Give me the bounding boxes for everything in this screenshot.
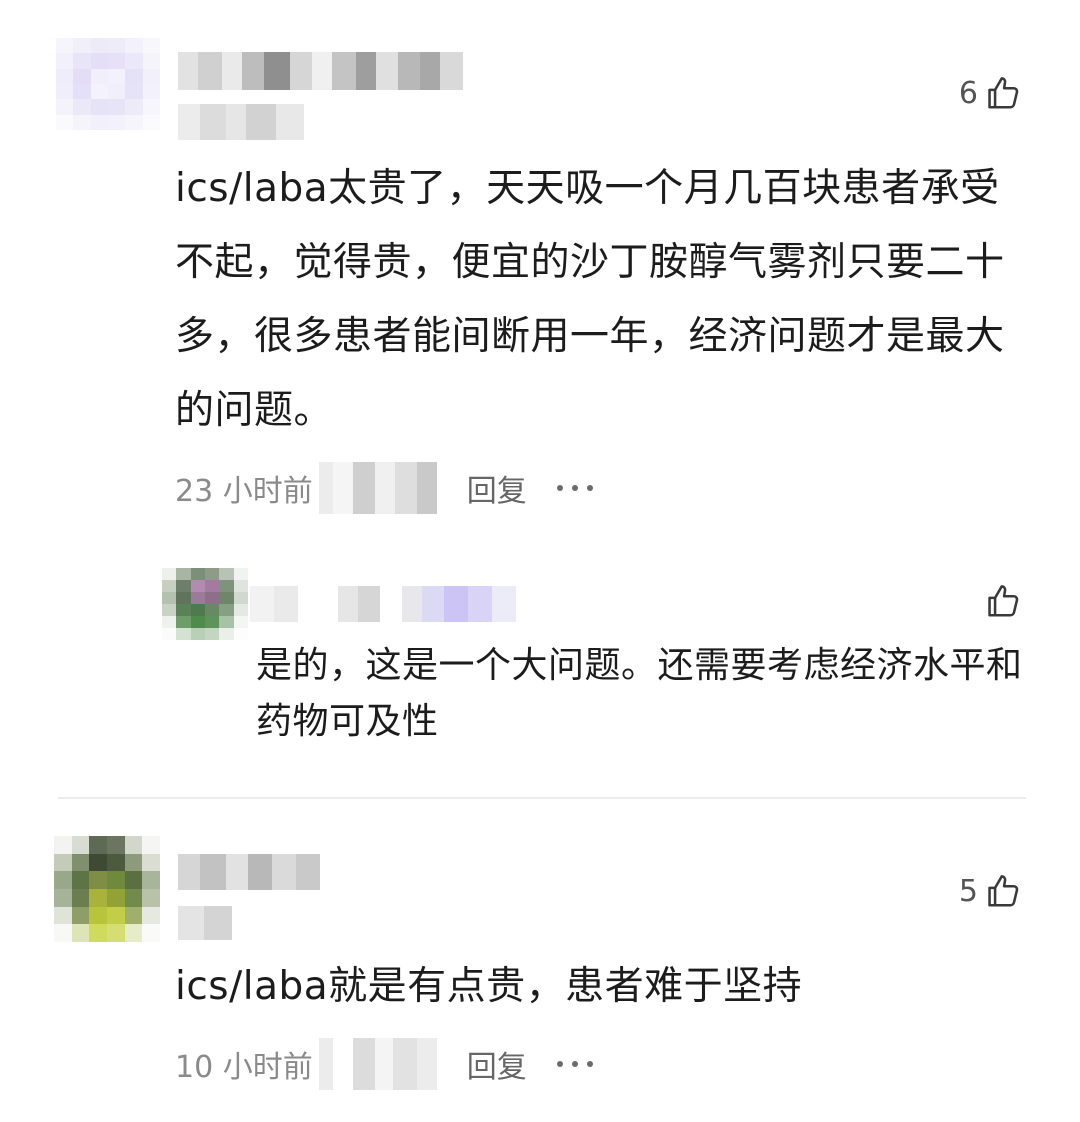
location-blurred — [318, 462, 437, 514]
like-count: 5 — [958, 873, 978, 909]
avatar[interactable] — [56, 38, 160, 130]
reply-button[interactable]: 回复 — [467, 466, 527, 510]
like-button[interactable]: 5 — [959, 872, 1022, 910]
user-tag-blurred — [178, 906, 232, 940]
reply-username-blurred[interactable] — [250, 586, 516, 622]
more-dots-icon[interactable] — [556, 485, 593, 491]
thumbs-up-icon — [984, 872, 1022, 910]
username-blurred[interactable] — [178, 854, 320, 890]
reply-like-button[interactable] — [978, 582, 1022, 620]
username-blurred[interactable] — [178, 52, 463, 90]
thumbs-up-icon — [984, 582, 1022, 620]
user-tag-blurred — [178, 104, 304, 140]
reply-text: 是的，这是一个大问题。还需要考虑经济水平和药物可及性 — [256, 645, 1023, 742]
comment-item: 5 ics/laba就是有点贵，患者难于坚持 10 小时前 回复 — [0, 800, 1080, 1122]
reply-avatar[interactable] — [162, 568, 248, 640]
comment-text: ics/laba就是有点贵，患者难于坚持 — [175, 964, 803, 1009]
thumbs-up-icon — [984, 74, 1022, 112]
avatar[interactable] — [54, 836, 160, 942]
more-dots-icon[interactable] — [556, 1061, 593, 1067]
like-count: 6 — [958, 75, 978, 111]
comment-meta: 23 小时前 回复 — [175, 462, 593, 514]
like-button[interactable]: 6 — [959, 74, 1022, 112]
comment-meta: 10 小时前 回复 — [175, 1038, 593, 1090]
comment-divider — [58, 797, 1026, 799]
comment-text: ics/laba太贵了，天天吸一个月几百块患者承受不起，觉得贵，便宜的沙丁胺醇气… — [175, 166, 1005, 433]
reply-button[interactable]: 回复 — [467, 1042, 527, 1086]
comment-time: 23 小时前 — [175, 474, 313, 509]
comment-item: 6 ics/laba太贵了，天天吸一个月几百块患者承受不起，觉得贵，便宜的沙丁胺… — [0, 0, 1080, 790]
comment-time: 10 小时前 — [175, 1050, 313, 1085]
location-blurred — [318, 1038, 437, 1090]
